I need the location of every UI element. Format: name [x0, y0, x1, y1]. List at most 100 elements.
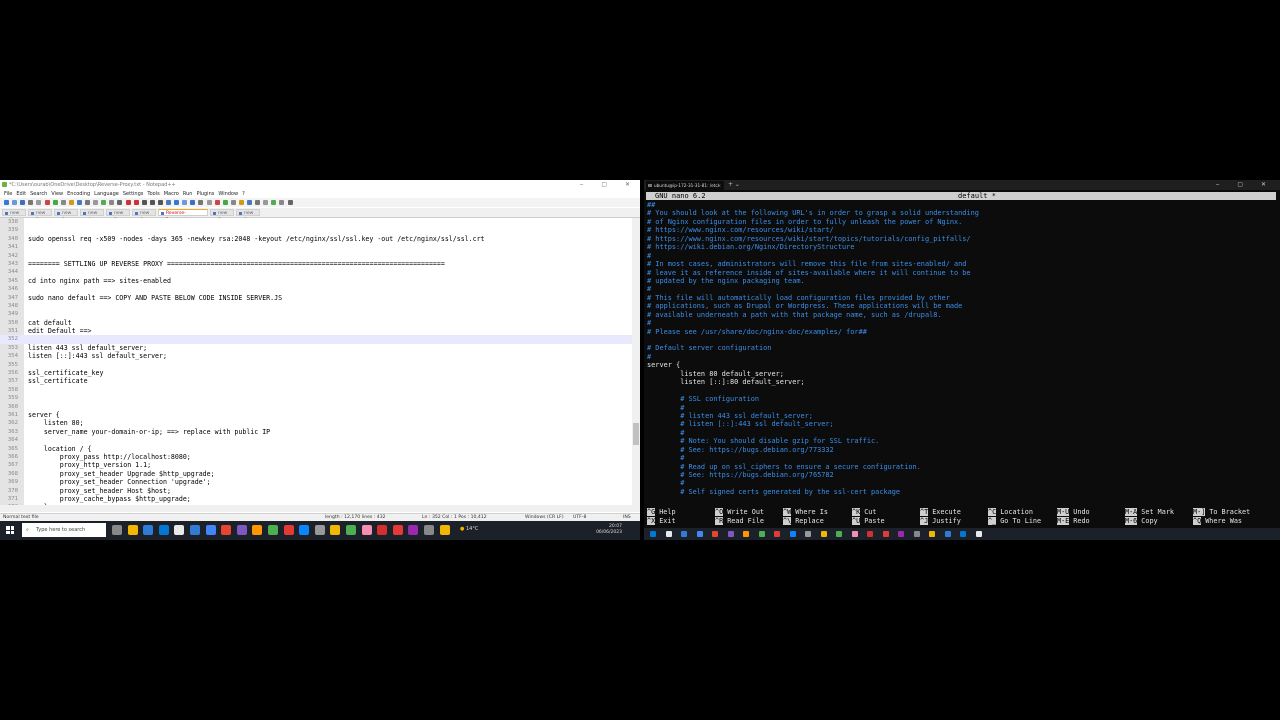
- terminal-tab[interactable]: ubuntu@ip-172-31-31-81: /etc/ ×: [646, 181, 724, 190]
- shortcut-exit[interactable]: ^X Exit: [647, 516, 676, 526]
- taskbar-app-icon[interactable]: [851, 531, 858, 537]
- shortcut-cut[interactable]: ^K Cut: [852, 508, 876, 517]
- taskbar-app-icon[interactable]: [975, 531, 982, 537]
- toolbar-button-icon[interactable]: [166, 200, 171, 205]
- tab-new-4[interactable]: new 4: [80, 209, 104, 223]
- menu-item-file[interactable]: File: [4, 191, 12, 197]
- shortcut-to-bracket[interactable]: M-] To Bracket: [1193, 508, 1250, 517]
- taskbar-app-icon[interactable]: [774, 531, 780, 537]
- taskbar-app-icon[interactable]: [377, 525, 388, 535]
- menu-item-macro[interactable]: Macro: [164, 191, 179, 197]
- shortcut-location[interactable]: ^C Location: [988, 508, 1033, 517]
- menu-item-edit[interactable]: Edit: [16, 191, 26, 197]
- toolbar-button-icon[interactable]: [214, 200, 220, 205]
- toolbar-button-icon[interactable]: [157, 200, 163, 205]
- tab-new-6[interactable]: new 6: [132, 209, 156, 223]
- toolbar-button-icon[interactable]: [4, 200, 9, 205]
- taskbar-app-icon[interactable]: [727, 531, 734, 537]
- taskbar-app-icon[interactable]: [158, 525, 169, 535]
- toolbar-button-icon[interactable]: [198, 200, 204, 205]
- menu-item-view[interactable]: View: [51, 191, 63, 197]
- taskbar-search-box[interactable]: ⌕ Type here to search: [22, 523, 106, 537]
- toolbar-button-icon[interactable]: [133, 200, 139, 205]
- tab-new-1[interactable]: new 1: [2, 209, 26, 223]
- system-clock[interactable]: 20:07 06/06/2023: [596, 524, 622, 536]
- toolbar-button-icon[interactable]: [60, 200, 66, 205]
- toolbar-button-icon[interactable]: [206, 200, 212, 205]
- menu-item-tools[interactable]: Tools: [147, 191, 159, 197]
- taskbar-app-icon[interactable]: [127, 525, 138, 535]
- toolbar-button-icon[interactable]: [141, 200, 147, 205]
- toolbar-button-icon[interactable]: [222, 200, 228, 205]
- toolbar-button-icon[interactable]: [174, 200, 180, 205]
- toolbar-button-icon[interactable]: [230, 200, 236, 205]
- taskbar-app-icon[interactable]: [960, 531, 966, 537]
- toolbar-button-icon[interactable]: [263, 200, 269, 205]
- toolbar-button-icon[interactable]: [125, 200, 131, 205]
- taskbar-app-icon[interactable]: [112, 525, 122, 535]
- shortcut-write-out[interactable]: ^O Write Out: [715, 508, 764, 517]
- toolbar-button-icon[interactable]: [238, 200, 244, 205]
- toolbar-button-icon[interactable]: [149, 200, 155, 205]
- toolbar-button-icon[interactable]: [52, 200, 58, 205]
- taskbar-app-icon[interactable]: [836, 531, 842, 537]
- taskbar-app-icon[interactable]: [143, 525, 154, 535]
- shortcut-where-was[interactable]: ^Q Where Was: [1193, 516, 1242, 526]
- taskbar-app-icon[interactable]: [299, 525, 310, 535]
- toolbar-button-icon[interactable]: [28, 200, 34, 205]
- taskbar-app-icon[interactable]: [805, 531, 811, 537]
- taskbar-app-icon[interactable]: [205, 525, 216, 535]
- shortcut-where-is[interactable]: ^W Where Is: [783, 508, 828, 517]
- menu-item-search[interactable]: Search: [30, 191, 47, 197]
- taskbar-app-icon[interactable]: [650, 531, 656, 537]
- taskbar-app-icon[interactable]: [252, 525, 263, 535]
- toolbar-button-icon[interactable]: [76, 200, 82, 205]
- menu-item-encoding[interactable]: Encoding: [67, 191, 90, 197]
- shortcut-go-to-line[interactable]: ^_ Go To Line: [988, 516, 1041, 526]
- taskbar-app-icon[interactable]: [913, 531, 920, 537]
- taskbar-app-icon[interactable]: [361, 525, 372, 535]
- taskbar-app-icon[interactable]: [867, 531, 873, 537]
- taskbar-app-icon[interactable]: [424, 525, 434, 535]
- taskbar-app-icon[interactable]: [681, 531, 687, 537]
- toolbar-button-icon[interactable]: [85, 200, 90, 205]
- toolbar-button-icon[interactable]: [93, 200, 99, 205]
- toolbar-button-icon[interactable]: [117, 200, 123, 205]
- toolbar-button-icon[interactable]: [255, 200, 261, 205]
- horizontal-scrollbar[interactable]: [0, 505, 640, 512]
- taskbar-app-icon[interactable]: [439, 525, 450, 535]
- toolbar-button-icon[interactable]: [109, 200, 115, 205]
- taskbar-app-icon[interactable]: [712, 531, 718, 537]
- menu-item-run[interactable]: Run: [183, 191, 193, 197]
- toolbar-button-icon[interactable]: [12, 200, 18, 205]
- taskbar-app-icon[interactable]: [174, 525, 185, 535]
- taskbar-app-icon[interactable]: [944, 531, 951, 537]
- windows-start-icon[interactable]: [6, 526, 14, 534]
- menu-item-language[interactable]: Language: [94, 191, 119, 197]
- nano-editor[interactable]: ## # You should look at the following URL…: [647, 201, 1277, 496]
- taskbar-app-icon[interactable]: [314, 525, 325, 535]
- taskbar-app-icon[interactable]: [789, 531, 796, 537]
- taskbar-app-icon[interactable]: [898, 531, 904, 537]
- taskbar-app-icon[interactable]: [665, 531, 672, 537]
- toolbar-button-icon[interactable]: [101, 200, 107, 205]
- toolbar-button-icon[interactable]: [271, 200, 277, 205]
- taskbar-app-icon[interactable]: [758, 531, 765, 537]
- scroll-thumb[interactable]: [633, 423, 639, 445]
- weather-widget[interactable]: ● 14°C: [460, 526, 478, 532]
- taskbar-app-icon[interactable]: [820, 531, 827, 537]
- taskbar-app-icon[interactable]: [190, 525, 200, 535]
- shortcut-undo[interactable]: M-U Undo: [1057, 508, 1090, 517]
- shortcut-justify[interactable]: ^J Justify: [920, 516, 961, 526]
- tab-new-8[interactable]: new 8: [236, 209, 260, 223]
- taskbar-app-icon[interactable]: [408, 525, 419, 535]
- menu-item-help[interactable]: ?: [242, 191, 245, 197]
- taskbar-app-icon[interactable]: [696, 531, 703, 537]
- toolbar-button-icon[interactable]: [279, 200, 285, 205]
- taskbar-app-icon[interactable]: [743, 531, 749, 537]
- toolbar-button-icon[interactable]: [20, 200, 26, 205]
- window-controls[interactable]: ‒ ▢ ✕: [580, 180, 638, 190]
- taskbar-app-icon[interactable]: [268, 525, 278, 535]
- editor[interactable]: 338 339 340 sudo openssl req -x509 -nodes -…: [0, 218, 640, 511]
- tab-new-3[interactable]: new 3: [54, 209, 78, 223]
